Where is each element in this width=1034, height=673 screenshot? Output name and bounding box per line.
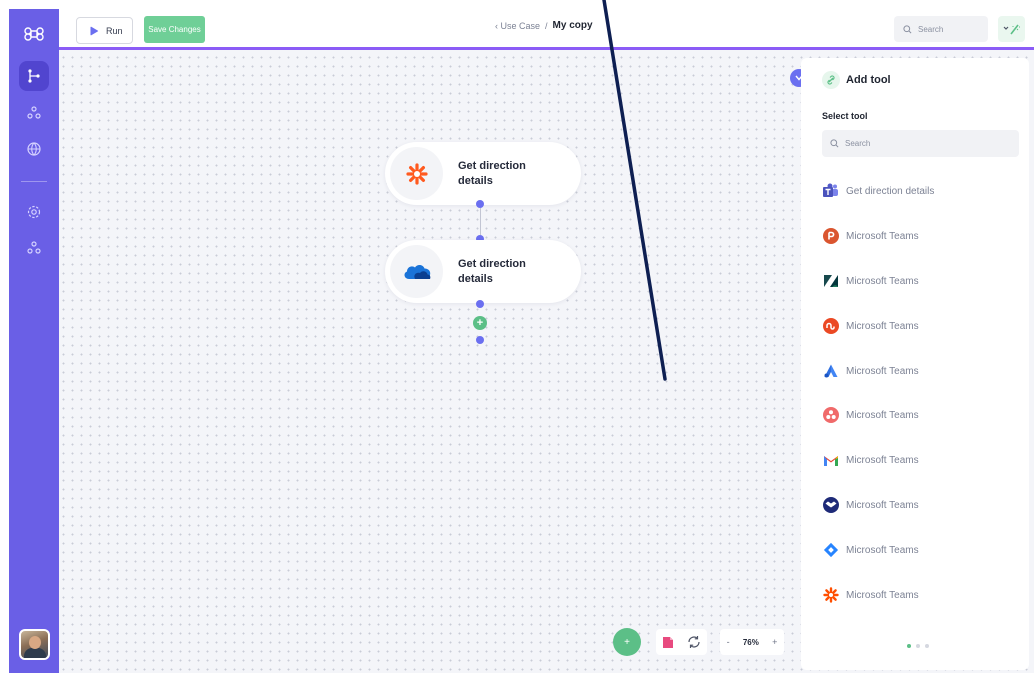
node-icon-container <box>390 147 443 200</box>
zendesk-icon <box>822 273 839 290</box>
tool-label: Microsoft Teams <box>846 230 919 242</box>
run-button[interactable]: Run <box>76 17 133 44</box>
google-ads-icon <box>822 363 839 380</box>
zoom-level: 76% <box>742 637 759 647</box>
tool-label: Microsoft Teams <box>846 409 919 421</box>
node-label: Get direction details <box>458 257 526 285</box>
node-connector <box>480 208 481 235</box>
stumbleupon-icon <box>822 318 839 335</box>
note-icon[interactable] <box>662 636 674 649</box>
tool-search-placeholder: Search <box>845 139 871 148</box>
zoom-controls: - 76% + <box>720 629 784 655</box>
search-input[interactable]: Search <box>894 16 988 42</box>
zapier-icon <box>822 587 839 604</box>
tool-item[interactable]: Microsoft Teams <box>822 540 919 560</box>
tool-item[interactable]: Microsoft Teams <box>822 450 919 470</box>
refresh-icon[interactable] <box>687 635 701 649</box>
tool-item[interactable]: Microsoft Teams <box>822 361 919 381</box>
node-icon-container <box>390 245 443 298</box>
tool-search-input[interactable]: Search <box>822 130 1019 157</box>
add-tool-panel: Add tool Select tool Search Get directio… <box>801 58 1029 670</box>
jira-icon <box>822 542 839 559</box>
tool-label: Microsoft Teams <box>846 589 919 601</box>
zoom-out-button[interactable]: - <box>727 637 730 647</box>
panel-pagination <box>907 644 929 648</box>
avatar-face <box>29 636 41 649</box>
run-label: Run <box>106 25 123 36</box>
globe-icon[interactable] <box>19 134 49 164</box>
flow-icon[interactable] <box>19 61 49 91</box>
settings-icon[interactable] <box>19 197 49 227</box>
node-end-handle[interactable] <box>476 336 484 344</box>
tool-item[interactable]: Microsoft Teams <box>822 226 919 246</box>
breadcrumb-separator: / <box>545 20 548 31</box>
plus-icon: + <box>624 636 630 648</box>
link-icon <box>822 71 840 89</box>
search-icon <box>830 139 839 148</box>
tool-label: Microsoft Teams <box>846 365 919 377</box>
workflow-node[interactable]: Get direction details <box>385 240 581 303</box>
workflow-node[interactable]: Get direction details <box>385 142 581 205</box>
panel-header: Add tool <box>822 71 891 89</box>
pagination-dot[interactable] <box>916 644 920 648</box>
panel-title: Add tool <box>846 74 891 86</box>
sidebar <box>9 9 59 673</box>
pagination-dot[interactable] <box>907 644 911 648</box>
node-output-handle[interactable] <box>476 200 484 208</box>
add-step-button[interactable]: + <box>473 316 487 330</box>
teams-icon <box>822 183 839 200</box>
pagination-dot[interactable] <box>925 644 929 648</box>
magic-wand-icon <box>1003 24 1020 35</box>
zoom-in-button[interactable]: + <box>772 637 777 647</box>
producthunt-icon <box>822 228 839 245</box>
tool-item[interactable]: Microsoft Teams <box>822 316 919 336</box>
tool-label: Microsoft Teams <box>846 454 919 466</box>
asterisk-orange-icon <box>405 162 428 185</box>
tool-label: Microsoft Teams <box>846 544 919 556</box>
top-toolbar: Run Save Changes ‹ Use Case / My copy Se… <box>59 9 1034 50</box>
add-node-button[interactable]: + <box>613 628 641 656</box>
gmail-icon <box>822 452 839 469</box>
tool-label: Microsoft Teams <box>846 320 919 332</box>
sidebar-divider <box>21 181 47 182</box>
breadcrumb-back-link[interactable]: ‹ Use Case <box>495 21 540 31</box>
magic-wand-button[interactable] <box>998 16 1025 42</box>
tool-label: Microsoft Teams <box>846 275 919 287</box>
node-output-handle[interactable] <box>476 300 484 308</box>
team-icon[interactable] <box>19 98 49 128</box>
play-icon <box>90 26 99 35</box>
save-changes-button[interactable]: Save Changes <box>144 16 205 43</box>
tool-item[interactable]: Microsoft Teams <box>822 585 919 605</box>
search-icon <box>903 24 912 33</box>
avatar[interactable] <box>19 629 50 660</box>
dropbox-icon <box>822 497 839 514</box>
tool-item[interactable]: Microsoft Teams <box>822 405 919 425</box>
asana-icon <box>822 407 839 424</box>
tool-item[interactable]: Microsoft Teams <box>822 271 919 291</box>
cloud-blue-icon <box>404 264 430 279</box>
tool-label: Get direction details <box>846 185 935 197</box>
tool-item[interactable]: Get direction details <box>822 181 934 201</box>
breadcrumb-current: My copy <box>552 20 593 31</box>
avatar-body <box>24 648 46 658</box>
app-window: Run Save Changes ‹ Use Case / My copy Se… <box>9 9 1034 673</box>
canvas-actions <box>656 629 707 655</box>
tool-label: Microsoft Teams <box>846 499 919 511</box>
breadcrumb: ‹ Use Case / My copy <box>495 20 593 31</box>
select-tool-label: Select tool <box>822 111 868 121</box>
tool-item[interactable]: Microsoft Teams <box>822 495 919 515</box>
node-label: Get direction details <box>458 159 526 187</box>
users-icon[interactable] <box>19 233 49 263</box>
command-icon[interactable] <box>19 19 49 49</box>
search-placeholder: Search <box>918 24 944 34</box>
